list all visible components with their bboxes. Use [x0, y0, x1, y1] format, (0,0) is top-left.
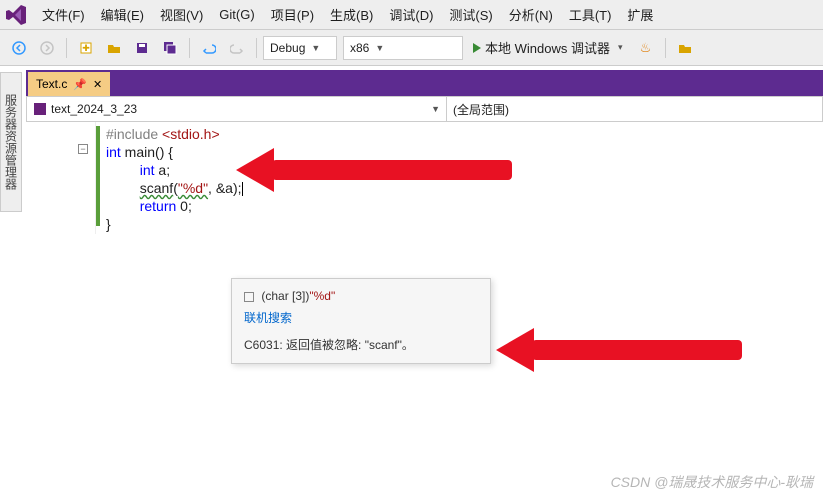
- fold-toggle[interactable]: −: [78, 144, 88, 154]
- editor-area: Text.c 📌 ✕ text_2024_3_23 ▼ (全局范围) − #in…: [26, 70, 823, 500]
- watermark: CSDN @瑞晟技术服务中心-耿瑞: [611, 472, 813, 492]
- code-token: a;: [155, 162, 171, 178]
- code-token: <stdio.h>: [162, 126, 220, 142]
- separator: [256, 38, 257, 58]
- project-icon: [33, 102, 47, 116]
- warning-message: C6031: 返回值被忽略: "scanf"。: [244, 336, 478, 353]
- code-token: 0;: [176, 198, 192, 214]
- code-token: main() {: [121, 144, 173, 160]
- chevron-down-icon: ▼: [375, 43, 384, 53]
- open-button[interactable]: [101, 36, 127, 60]
- project-name: text_2024_3_23: [51, 102, 137, 116]
- menu-analyze[interactable]: 分析(N): [501, 1, 561, 28]
- code-token: scanf: [140, 180, 173, 196]
- scope-label: (全局范围): [453, 101, 509, 118]
- nav-fwd-button[interactable]: [34, 36, 60, 60]
- code-token: }: [106, 216, 111, 232]
- chevron-down-icon: ▼: [431, 104, 440, 114]
- nav-back-button[interactable]: [6, 36, 32, 60]
- start-debug-button[interactable]: 本地 Windows 调试器 ▾: [465, 36, 631, 60]
- text-cursor: [242, 182, 243, 196]
- tooltip-signature: (char [3])"%d": [244, 289, 478, 303]
- menu-git[interactable]: Git(G): [211, 3, 262, 26]
- change-marker: [96, 126, 100, 226]
- menu-view[interactable]: 视图(V): [152, 1, 211, 28]
- save-button[interactable]: [129, 36, 155, 60]
- folder-button[interactable]: [672, 36, 698, 60]
- menu-edit[interactable]: 编辑(E): [93, 1, 152, 28]
- separator: [189, 38, 190, 58]
- file-tab-bar: Text.c 📌 ✕: [26, 70, 823, 96]
- fire-icon[interactable]: ♨: [633, 36, 659, 60]
- sig-type: (char [3]): [261, 289, 309, 303]
- code-token: return: [140, 198, 177, 214]
- menu-file[interactable]: 文件(F): [34, 1, 93, 28]
- run-label: 本地 Windows 调试器: [485, 38, 610, 57]
- code-token: int: [140, 162, 155, 178]
- pin-icon[interactable]: 📌: [73, 78, 87, 91]
- menu-extensions[interactable]: 扩展: [619, 1, 661, 28]
- menu-project[interactable]: 项目(P): [263, 1, 322, 28]
- code-editor[interactable]: − #include <stdio.h> int main() { int a;…: [26, 122, 823, 234]
- online-search-link[interactable]: 联机搜索: [244, 309, 478, 326]
- menu-bar: 文件(F) 编辑(E) 视图(V) Git(G) 项目(P) 生成(B) 调试(…: [0, 0, 823, 30]
- platform-combo[interactable]: x86 ▼: [343, 36, 463, 60]
- code-content[interactable]: #include <stdio.h> int main() { int a; s…: [26, 126, 823, 234]
- save-all-button[interactable]: [157, 36, 183, 60]
- scope-combo[interactable]: (全局范围): [447, 97, 822, 121]
- code-token: #include: [106, 126, 162, 142]
- vs-logo-icon: [4, 3, 28, 27]
- svg-text:✚: ✚: [82, 43, 90, 53]
- separator: [665, 38, 666, 58]
- file-tab-label: Text.c: [36, 77, 67, 91]
- code-token: int: [106, 144, 121, 160]
- project-combo[interactable]: text_2024_3_23 ▼: [27, 97, 447, 121]
- code-token: "%d": [178, 180, 208, 196]
- sig-str: "%d": [309, 289, 335, 303]
- server-explorer-tab[interactable]: 服务器资源管理器: [0, 72, 22, 212]
- code-token: , &a);: [208, 180, 241, 196]
- chevron-down-icon: ▼: [311, 43, 320, 53]
- menu-tools[interactable]: 工具(T): [561, 1, 620, 28]
- type-icon: [244, 292, 254, 302]
- close-icon[interactable]: ✕: [93, 78, 102, 91]
- toolbar: ✚ Debug ▼ x86 ▼ 本地 Windows 调试器 ▾ ♨: [0, 30, 823, 66]
- redo-button[interactable]: [224, 36, 250, 60]
- play-icon: [473, 43, 481, 53]
- nav-bar: text_2024_3_23 ▼ (全局范围): [26, 96, 823, 122]
- gutter: [26, 122, 96, 234]
- menu-build[interactable]: 生成(B): [322, 1, 381, 28]
- platform-value: x86: [350, 41, 369, 55]
- chevron-down-icon: ▾: [618, 42, 623, 53]
- config-combo[interactable]: Debug ▼: [263, 36, 337, 60]
- file-tab-text-c[interactable]: Text.c 📌 ✕: [28, 72, 110, 96]
- menu-test[interactable]: 测试(S): [441, 1, 500, 28]
- undo-button[interactable]: [196, 36, 222, 60]
- config-value: Debug: [270, 41, 305, 55]
- new-item-button[interactable]: ✚: [73, 36, 99, 60]
- separator: [66, 38, 67, 58]
- intellisense-tooltip: (char [3])"%d" 联机搜索 C6031: 返回值被忽略: "scan…: [231, 278, 491, 364]
- menu-debug[interactable]: 调试(D): [381, 1, 441, 28]
